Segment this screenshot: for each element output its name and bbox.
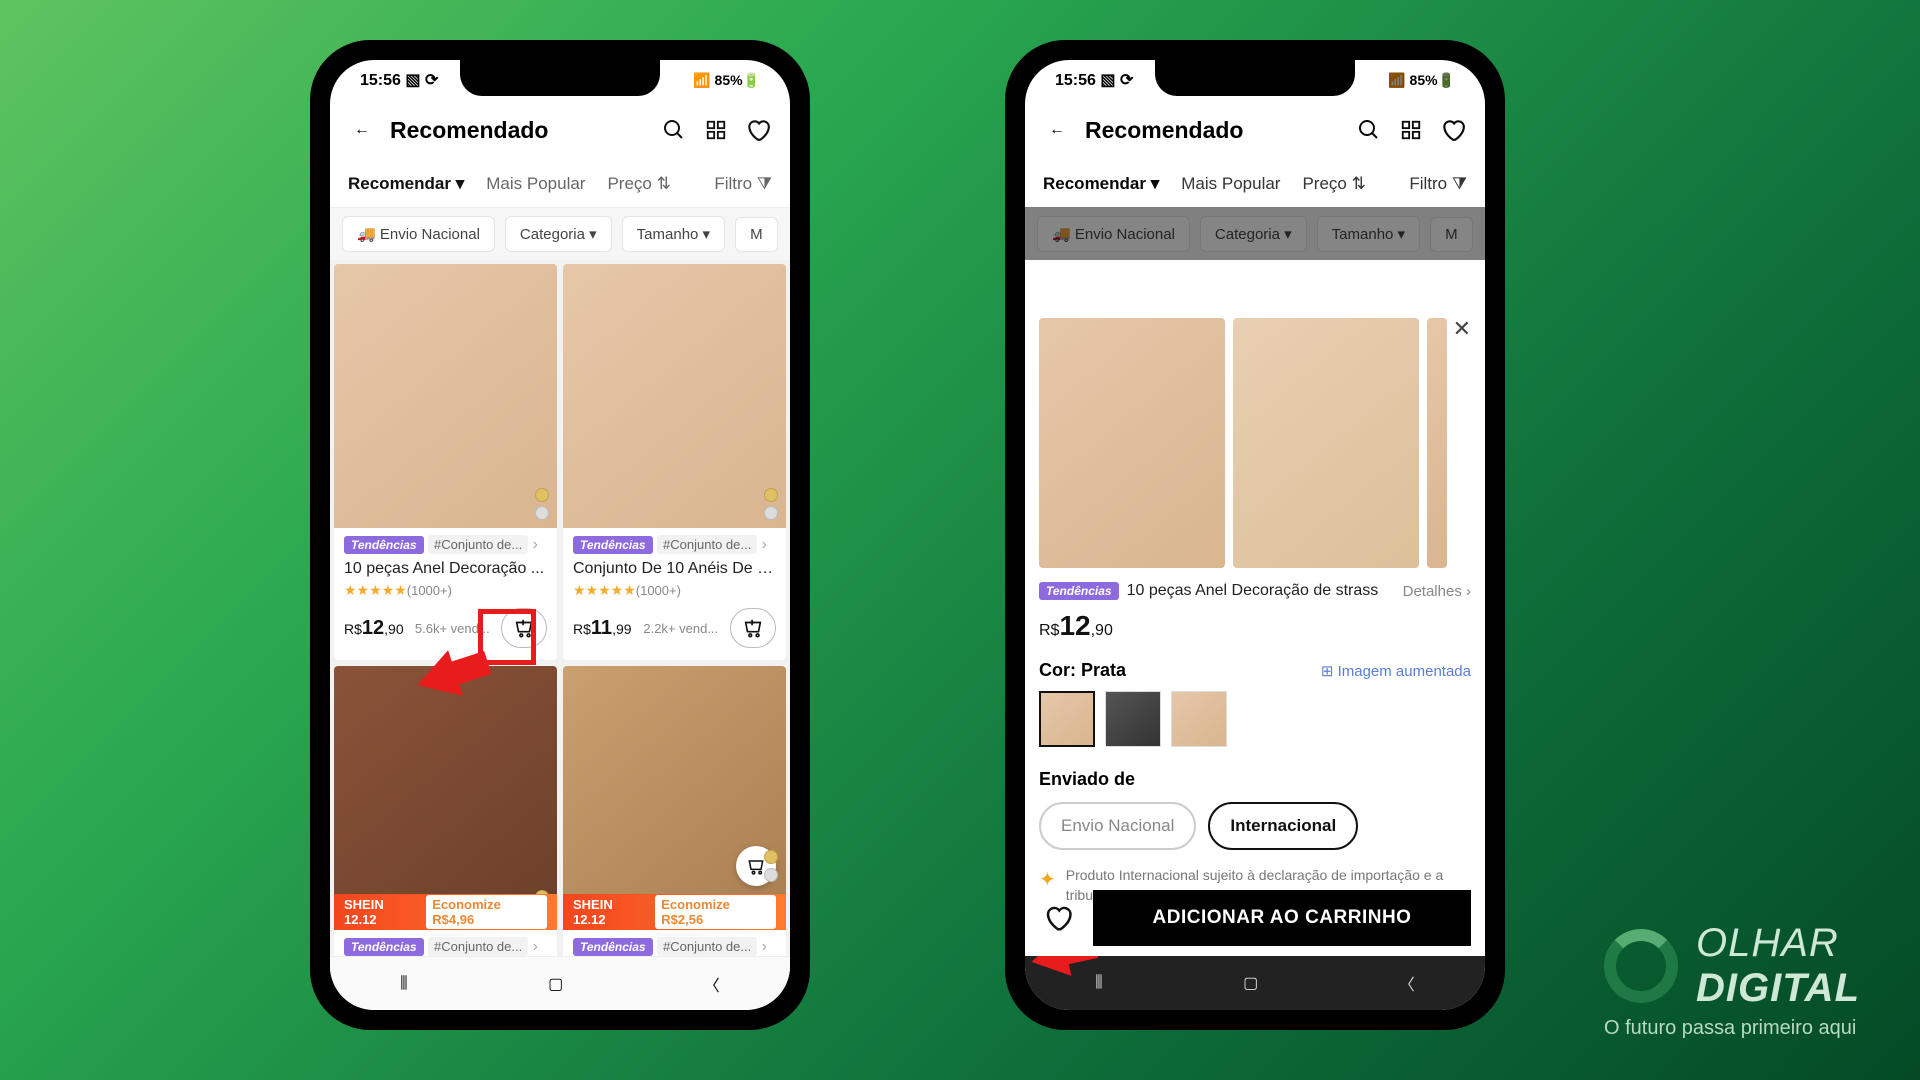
rating-stars: ★★★★★ [344, 582, 407, 598]
hashtag: #Conjunto de... [657, 937, 757, 956]
search-icon[interactable] [660, 116, 688, 144]
chip-more[interactable]: M [735, 217, 778, 252]
product-card[interactable]: Tendências #Conjunto de... › Conjunto De… [563, 264, 786, 660]
shipping-options: Envio Nacional Internacional [1039, 802, 1471, 850]
screen-right: 15:56 ▧ ⟳📶 85%🔋 ←Recomendado Recomendar … [1025, 60, 1485, 1010]
modal-image-carousel[interactable] [1039, 318, 1471, 568]
product-price: R$12,90 [344, 617, 404, 640]
page-title: Recomendado [390, 117, 646, 144]
color-swatch[interactable] [1039, 691, 1095, 747]
brand-tagline: O futuro passa primeiro aqui [1604, 1017, 1860, 1040]
hashtag: #Conjunto de... [428, 535, 528, 554]
product-price: R$11,99 [573, 617, 632, 640]
recents-icon[interactable]: ⫼ [1095, 974, 1102, 992]
color-swatch[interactable] [1171, 691, 1227, 747]
color-swatches [1039, 691, 1471, 747]
rating-stars: ★★★★★ [573, 582, 636, 598]
details-link[interactable]: Detalhes › [1403, 583, 1471, 600]
ship-national-button[interactable]: Envio Nacional [1039, 802, 1196, 850]
ship-from-label: Enviado de [1039, 769, 1471, 790]
trend-badge: Tendências [573, 536, 653, 554]
zoom-link[interactable]: ⊞ Imagem aumentada [1321, 662, 1471, 680]
hashtag: #Conjunto de... [428, 937, 528, 956]
favorite-icon[interactable] [1039, 899, 1077, 937]
home-icon[interactable]: ▢ [1243, 973, 1258, 993]
chip-shipping[interactable]: 🚚 Envio Nacional [342, 216, 495, 252]
back-icon[interactable]: ← [348, 116, 376, 144]
trend-badge: Tendências [344, 938, 424, 956]
ship-international-button[interactable]: Internacional [1208, 802, 1358, 850]
trend-badge: Tendências [1039, 582, 1119, 600]
product-card[interactable]: SHEIN 12.12Economize R$2,56 Tendências #… [563, 666, 786, 968]
modal-price: R$12,90 [1039, 610, 1471, 642]
heart-icon[interactable] [744, 116, 772, 144]
modal-image[interactable] [1427, 318, 1447, 568]
modal-image[interactable] [1233, 318, 1419, 568]
product-image [563, 264, 786, 528]
brand-watermark: OLHARDIGITAL O futuro passa primeiro aqu… [1604, 921, 1860, 1040]
top-bar: ← Recomendado [330, 100, 790, 160]
tab-price[interactable]: Preço ⇅ [607, 174, 670, 194]
hashtag: #Conjunto de... [657, 535, 757, 554]
product-image: SHEIN 12.12Economize R$2,56 [563, 666, 786, 930]
product-card[interactable]: SHEIN 12.12Economize R$4,96 Tendências #… [334, 666, 557, 968]
product-grid: Tendências #Conjunto de... › 10 peças An… [330, 260, 790, 972]
color-label: Cor: Prata [1039, 660, 1126, 681]
tab-filter[interactable]: Filtro ⧩ [714, 174, 772, 194]
trend-badge: Tendências [573, 938, 653, 956]
product-card[interactable]: Tendências #Conjunto de... › 10 peças An… [334, 264, 557, 660]
tab-recommend[interactable]: Recomendar ▾ [348, 174, 464, 194]
product-image: SHEIN 12.12Economize R$4,96 [334, 666, 557, 930]
brand-name: OLHARDIGITAL [1696, 921, 1860, 1011]
notch [1155, 60, 1355, 96]
modal-image[interactable] [1039, 318, 1225, 568]
close-icon[interactable]: ✕ [1453, 316, 1471, 342]
back-nav-icon[interactable]: 〈 [704, 972, 720, 996]
sale-banner: SHEIN 12.12Economize R$2,56 [563, 894, 786, 930]
trend-badge: Tendências [344, 536, 424, 554]
sold-count: 5.6k+ vend... [415, 621, 490, 636]
phone-left: 15:56 ▧ ⟳ 📶 85%🔋 ← Recomendado Recomenda… [310, 40, 810, 1030]
tab-popular[interactable]: Mais Popular [486, 174, 585, 194]
grid-view-icon[interactable] [702, 116, 730, 144]
android-nav: ⫼ ▢ 〈 [330, 956, 790, 1010]
sold-count: 2.2k+ vend... [643, 621, 718, 636]
phone-right: 15:56 ▧ ⟳📶 85%🔋 ←Recomendado Recomendar … [1005, 40, 1505, 1030]
product-name: Conjunto De 10 Anéis De D... [573, 560, 776, 578]
product-image [334, 264, 557, 528]
recents-icon[interactable]: ⫼ [400, 975, 407, 993]
chip-category[interactable]: Categoria ▾ [505, 216, 612, 252]
modal-product-name: 10 peças Anel Decoração de strass [1127, 582, 1395, 600]
filter-chips: 🚚 Envio Nacional Categoria ▾ Tamanho ▾ M [330, 208, 790, 260]
sale-banner: SHEIN 12.12Economize R$4,96 [334, 894, 557, 930]
highlight-arrow-icon [416, 636, 494, 696]
color-swatch[interactable] [1105, 691, 1161, 747]
brand-logo-icon [1604, 929, 1678, 1003]
product-name: 10 peças Anel Decoração ... [344, 560, 547, 578]
sort-tabs: Recomendar ▾ Mais Popular Preço ⇅ Filtro… [330, 160, 790, 208]
home-icon[interactable]: ▢ [548, 974, 563, 994]
add-to-cart-icon[interactable] [501, 608, 547, 648]
add-to-cart-icon[interactable] [730, 608, 776, 648]
notch [460, 60, 660, 96]
back-nav-icon[interactable]: 〈 [1399, 971, 1415, 995]
chip-size[interactable]: Tamanho ▾ [622, 216, 725, 252]
product-modal: ✕ Tendências 10 peças Anel Decoração de … [1025, 304, 1485, 956]
screen-left: 15:56 ▧ ⟳ 📶 85%🔋 ← Recomendado Recomenda… [330, 60, 790, 1010]
add-to-cart-button[interactable]: ADICIONAR AO CARRINHO [1093, 890, 1471, 946]
